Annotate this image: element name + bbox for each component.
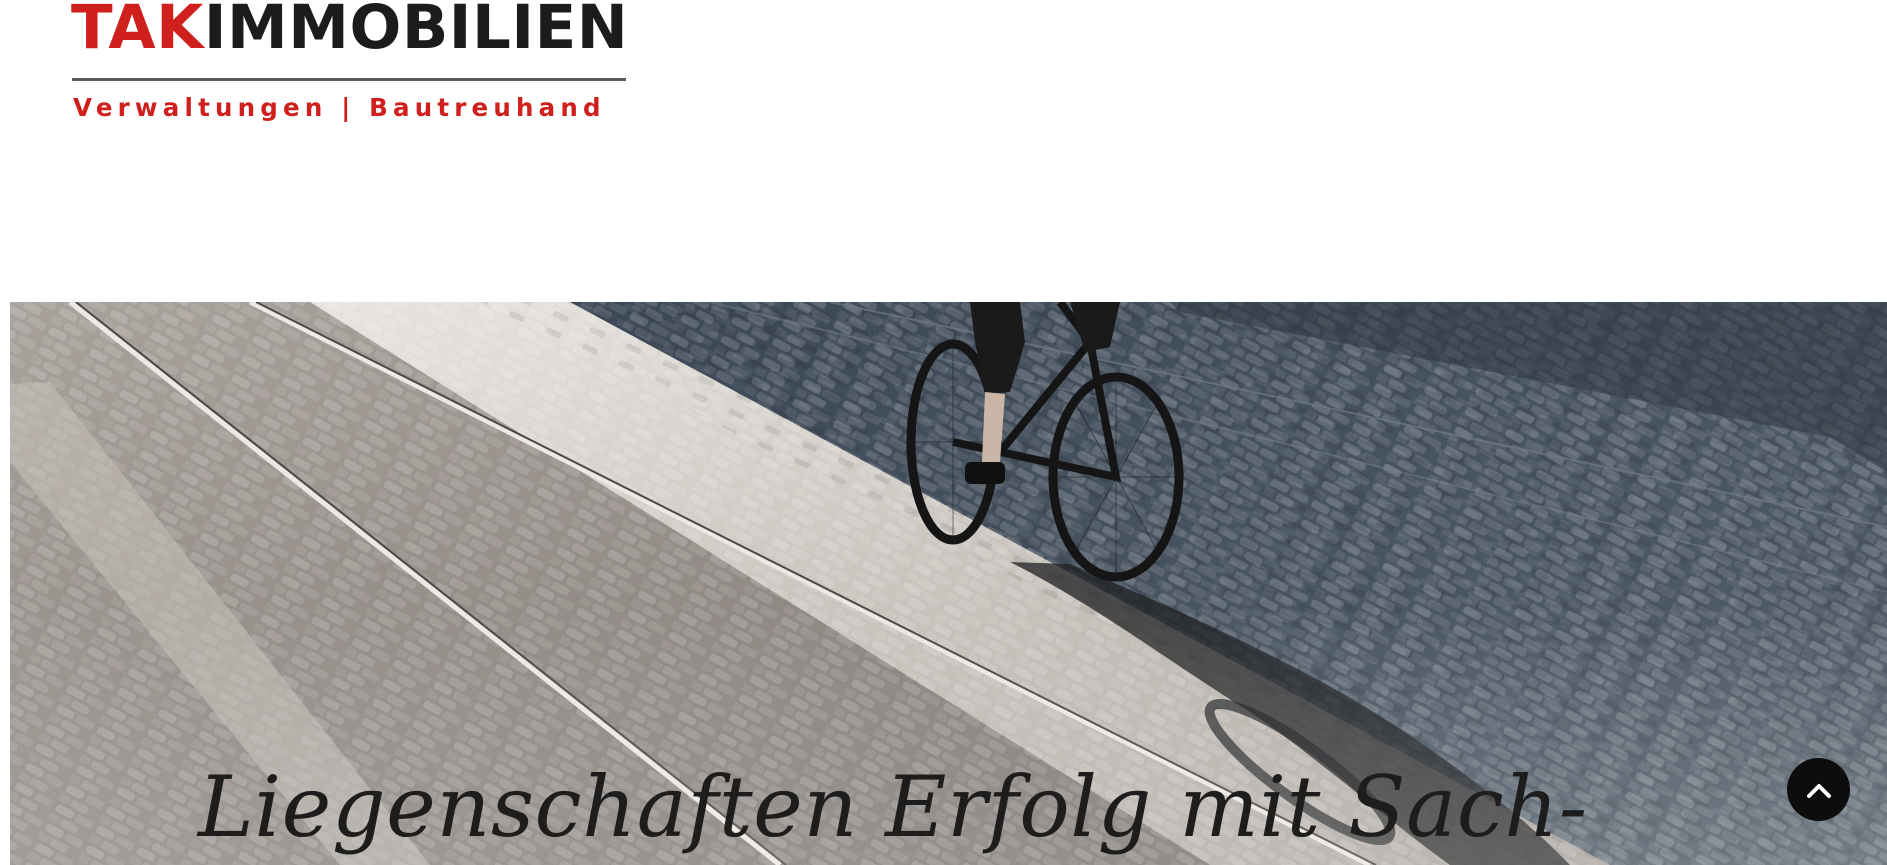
logo-brand-black: IMMOBILIEN	[203, 0, 629, 63]
site-logo[interactable]: TAKIMMOBILIEN Verwaltungen | Bautreuhand	[71, 0, 628, 130]
page: TAKIMMOBILIEN Verwaltungen | Bautreuhand	[0, 0, 1887, 865]
logo-divider	[72, 78, 626, 81]
logo-wordmark: TAKIMMOBILIEN	[71, 0, 628, 60]
logo-tagline: Verwaltungen | Bautreuhand	[73, 93, 606, 122]
back-to-top-button[interactable]	[1787, 758, 1850, 821]
site-header: TAKIMMOBILIEN Verwaltungen | Bautreuhand	[0, 0, 1887, 302]
chevron-up-icon	[1806, 783, 1831, 798]
hero-banner: Liegenschaften Erfolg mit Sach-	[10, 302, 1887, 865]
hero-heading: Liegenschaften Erfolg mit Sach-	[198, 758, 1588, 856]
logo-brand-red: TAK	[71, 0, 204, 63]
